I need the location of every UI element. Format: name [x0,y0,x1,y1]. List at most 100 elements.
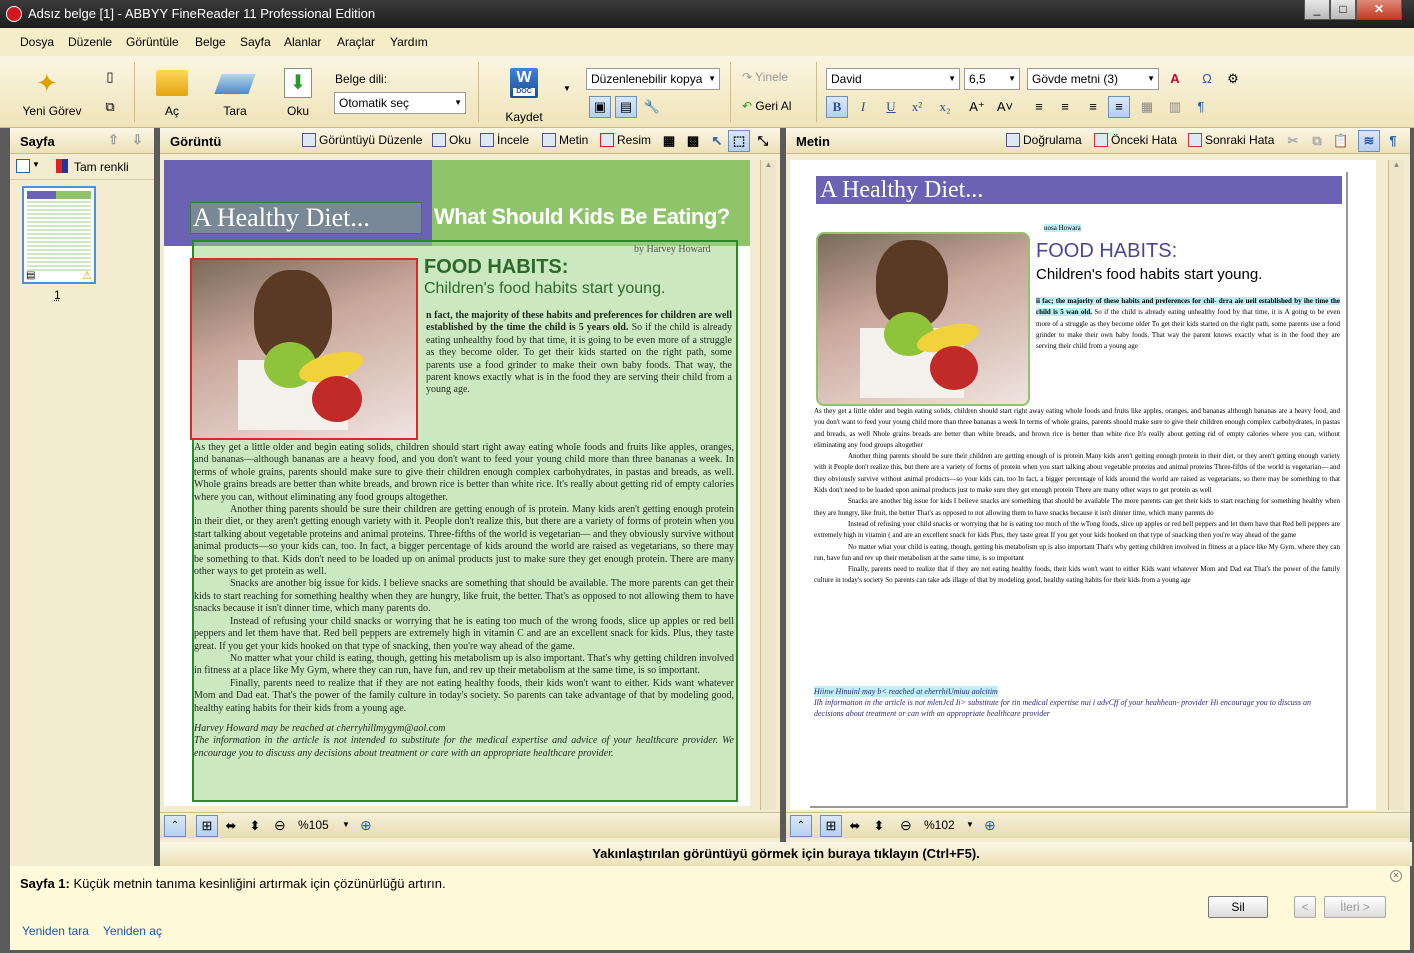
cut-icon[interactable]: ✂ [1282,130,1304,152]
recognized-picture[interactable] [816,232,1030,406]
shrink-font-button[interactable]: A˅ [994,96,1016,118]
grow-font-button[interactable]: A⁺ [966,96,988,118]
zoom-hint-bar[interactable]: Yakınlaştırılan görüntüyü görmek için bu… [160,842,1412,866]
grid-icon[interactable]: ▩ [682,130,704,152]
paragraph-style-select[interactable]: Gövde metni (3) ▼ [1027,68,1159,90]
underline-button[interactable]: U [880,96,902,118]
columns-icon[interactable]: ▥ [1164,96,1186,118]
scroll-up-icon[interactable]: ▲ [761,160,776,169]
align-center-icon[interactable]: ≡ [1054,96,1076,118]
analyze-button[interactable]: İncele [480,133,529,147]
image-vertical-scrollbar[interactable]: ▲ [760,160,776,810]
close-panel-icon[interactable]: ✕ [1390,870,1402,882]
wrench-icon[interactable]: 🔧 [641,96,663,118]
text-zoom-value[interactable]: %102 [924,818,955,832]
minimize-button[interactable]: _ [1304,0,1330,20]
save-format-select[interactable]: Düzenlenebilir kopya ▼ [586,68,720,90]
read-area-button[interactable]: Oku [432,133,471,147]
document-language-select[interactable]: Otomatik seç ▼ [334,92,466,114]
menu-sayfa[interactable]: Sayfa [240,35,271,49]
select-pointer-icon[interactable]: ↖ [706,130,728,152]
table-icon[interactable]: ▦ [1136,96,1158,118]
open-button[interactable]: Aç [150,64,194,124]
layout-mode-icon[interactable]: ▣ [589,96,611,118]
edit-image-button[interactable]: Görüntüyü Düzenle [302,133,422,147]
zoom-out-icon[interactable]: ⊖ [274,817,286,834]
omega-icon[interactable]: Ω [1196,68,1218,90]
menu-yardim[interactable]: Yardım [390,35,428,49]
menu-duzenle[interactable]: Düzenle [68,35,112,49]
copy-icon[interactable]: ⧉ [1306,130,1328,152]
close-window-button[interactable]: ✕ [1356,0,1402,20]
undo-button[interactable]: ↶ Geri Al [742,99,791,113]
font-color-icon[interactable]: A [1164,68,1186,90]
scan-button[interactable]: Tara [212,64,258,124]
font-size-select[interactable]: 6,5 ▼ [964,68,1020,90]
page-down-icon[interactable]: ⇩ [132,132,143,148]
justify-icon[interactable]: ≡ [1108,96,1130,118]
picture-area[interactable] [190,258,418,440]
previous-message-button[interactable]: < [1294,896,1316,918]
previous-error-button[interactable]: Önceki Hata [1094,133,1177,147]
align-right-icon[interactable]: ≡ [1082,96,1104,118]
fit-page-icon[interactable]: ⊞ [820,815,842,837]
language-icon[interactable]: ⚙ [1222,68,1244,90]
collapse-up-icon[interactable]: ⌃ [164,815,186,837]
paste-icon[interactable]: 📋 [1330,130,1352,152]
fit-width-icon[interactable]: ⬌ [220,815,242,837]
text-vertical-scrollbar[interactable]: ▲ [1388,160,1404,810]
fit-height-icon[interactable]: ⬍ [868,815,890,837]
subscript-button[interactable]: x₂ [934,96,956,118]
fit-page-icon[interactable]: ⊞ [196,815,218,837]
verify-button[interactable]: Doğrulama [1006,133,1082,147]
copy-document-icon[interactable]: ⧉ [99,96,121,118]
abbyy-app-icon[interactable] [6,6,22,22]
text-view-icon[interactable]: ≋ [1358,130,1380,152]
scroll-up-icon[interactable]: ▲ [1389,160,1404,169]
collapse-up-icon[interactable]: ⌃ [790,815,812,837]
image-zoom-value[interactable]: %105 [298,818,329,832]
new-document-icon[interactable]: ▯ [99,66,121,88]
table-area-icon[interactable]: ▦ [658,130,680,152]
save-button[interactable]: W DOC Kaydet [500,64,548,124]
select-area-icon[interactable]: ⬚ [728,130,750,152]
read-button[interactable]: ⬇ Oku [276,64,320,124]
image-document-view[interactable]: A Healthy Diet... What Should Kids Be Ea… [164,160,750,806]
chevron-down-icon[interactable]: ▼ [966,820,974,829]
font-select[interactable]: David ▼ [826,68,960,90]
next-error-button[interactable]: Sonraki Hata [1188,133,1274,147]
menu-belge[interactable]: Belge [195,35,226,49]
align-left-icon[interactable]: ≡ [1028,96,1050,118]
text-mode-icon[interactable]: ▤ [615,96,637,118]
page-thumbnail[interactable]: ▤ ⚠ [22,186,96,284]
redo-button[interactable]: ↷ Yinele [742,70,788,84]
rescan-link[interactable]: Yeniden tara [22,924,89,938]
show-paragraph-marks-icon[interactable]: ¶ [1382,130,1404,152]
view-mode-icon[interactable] [16,159,30,173]
warning-page-label[interactable]: Sayfa 1: [20,876,70,891]
chevron-down-icon[interactable]: ▼ [32,160,40,169]
paragraph-mark-icon[interactable]: ¶ [1190,96,1212,118]
resize-area-icon[interactable]: ⤡ [752,130,774,152]
text-area-button[interactable]: Metin [542,133,588,147]
superscript-button[interactable]: x² [906,96,928,118]
zoom-out-icon[interactable]: ⊖ [900,817,912,834]
page-up-icon[interactable]: ⇧ [108,132,119,148]
zoom-in-icon[interactable]: ⊕ [984,817,996,834]
menu-araclar[interactable]: Araçlar [337,35,375,49]
fit-height-icon[interactable]: ⬍ [244,815,266,837]
menu-goruntule[interactable]: Görüntüle [126,35,179,49]
maximize-button[interactable]: □ [1330,0,1356,20]
menu-alanlar[interactable]: Alanlar [284,35,321,49]
color-mode-label[interactable]: Tam renkli [74,160,129,174]
menu-dosya[interactable]: Dosya [20,35,54,49]
chevron-down-icon[interactable]: ▼ [342,820,350,829]
bold-button[interactable]: B [826,96,848,118]
delete-button[interactable]: Sil [1208,896,1268,918]
italic-button[interactable]: I [852,96,874,118]
save-dropdown-icon[interactable]: ▼ [563,84,571,93]
text-editor-area[interactable]: A Healthy Diet... uosa Howara FOOD HABIT… [790,160,1376,810]
new-task-button[interactable]: ✦ Yeni Görev [18,64,86,124]
reopen-link[interactable]: Yeniden aç [103,924,162,938]
zoom-in-icon[interactable]: ⊕ [360,817,372,834]
